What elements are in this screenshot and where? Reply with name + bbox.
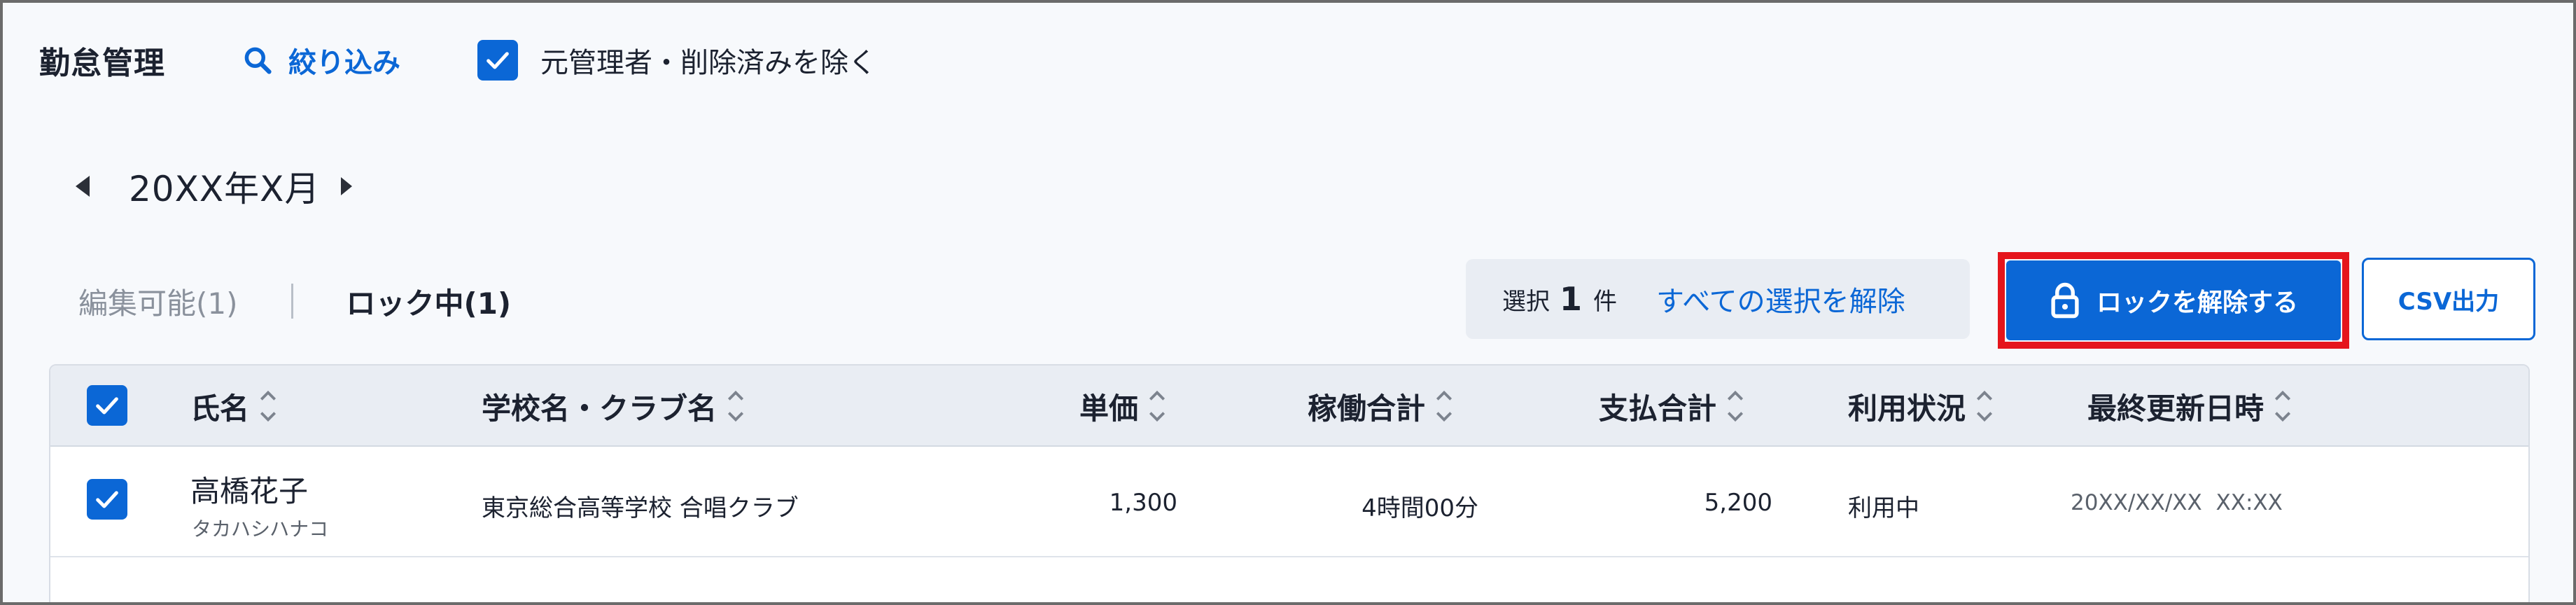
sort-icon[interactable]	[1974, 386, 1995, 426]
attendance-table: 氏名 学校名・クラブ名 単価 稼働合計 支払合計 利用状況 最終更新日時 高橋花…	[49, 364, 2530, 602]
column-header-school[interactable]: 学校名・クラブ名	[482, 366, 746, 447]
column-label: 最終更新日時	[2087, 391, 2264, 426]
sort-icon[interactable]	[725, 386, 746, 426]
month-label: 20XX年X月	[129, 169, 321, 209]
school-club-name: 東京総合高等学校 合唱クラブ	[482, 494, 799, 522]
next-month-icon[interactable]	[341, 177, 353, 195]
prev-month-icon[interactable]	[76, 176, 90, 197]
row-checkbox[interactable]	[87, 479, 127, 520]
column-label: 単価	[1079, 391, 1139, 426]
table-header: 氏名 学校名・クラブ名 単価 稼働合計 支払合計 利用状況 最終更新日時	[50, 366, 2528, 447]
column-header-updated-at[interactable]: 最終更新日時	[2087, 366, 2293, 447]
app-window: 勤怠管理 絞り込み 元管理者・削除済みを除く 20XX年X月 編集可能(1) ロ…	[0, 0, 2576, 605]
sort-icon[interactable]	[1725, 386, 1746, 426]
check-icon	[486, 52, 509, 69]
table-row[interactable]: 高橋花子 タカハシハナコ 東京総合高等学校 合唱クラブ 1,300 4時間00分…	[50, 447, 2528, 557]
column-label: 支払合計	[1599, 391, 1717, 426]
tab-divider	[290, 284, 293, 319]
member-name: 高橋花子	[190, 474, 309, 508]
column-label: 稼働合計	[1308, 391, 1426, 426]
csv-label: CSV出力	[2398, 287, 2500, 316]
selection-suffix: 件	[1593, 287, 1618, 316]
search-icon	[244, 47, 272, 74]
sort-icon[interactable]	[1147, 386, 1168, 426]
sort-icon[interactable]	[2272, 386, 2293, 426]
payment-total: 5,200	[1704, 489, 1772, 517]
select-all-checkbox[interactable]	[87, 385, 127, 426]
exclude-label: 元管理者・削除済みを除く	[540, 47, 876, 79]
column-header-payment-total[interactable]: 支払合計	[1599, 366, 1746, 447]
unlock-label: ロックを解除する	[2096, 288, 2298, 317]
column-header-work-total[interactable]: 稼働合計	[1308, 366, 1455, 447]
member-name-kana: タカハシハナコ	[192, 517, 329, 541]
selection-prefix: 選択	[1502, 287, 1550, 316]
column-header-status[interactable]: 利用状況	[1848, 366, 1995, 447]
exclude-former-admins-checkbox[interactable]: 元管理者・削除済みを除く	[477, 40, 876, 81]
check-icon	[96, 397, 118, 415]
last-updated: 20XX/XX/XX XX:XX	[2071, 490, 2283, 515]
selection-summary: 選択 1 件 すべての選択を解除	[1466, 259, 1970, 339]
work-total: 4時間00分	[1362, 494, 1478, 522]
column-label: 学校名・クラブ名	[482, 391, 718, 426]
sort-icon[interactable]	[1434, 386, 1455, 426]
page-header: 勤怠管理 絞り込み 元管理者・削除済みを除く	[39, 31, 876, 90]
unit-price: 1,300	[1109, 489, 1177, 517]
tab-locked[interactable]: ロック中(1)	[346, 280, 512, 323]
status-tabs: 編集可能(1) ロック中(1)	[78, 276, 511, 326]
column-label: 利用状況	[1848, 391, 1966, 426]
month-navigation: 20XX年X月	[76, 158, 353, 214]
filter-label: 絞り込み	[288, 47, 400, 79]
column-header-unit-price[interactable]: 単価	[1079, 366, 1168, 447]
filter-button[interactable]: 絞り込み	[242, 40, 400, 81]
check-icon	[96, 491, 118, 508]
column-header-name[interactable]: 氏名	[190, 366, 279, 447]
usage-status: 利用中	[1848, 494, 1919, 522]
clear-selection-link[interactable]: すべての選択を解除	[1656, 279, 1905, 319]
checkbox-checked[interactable]	[477, 40, 518, 81]
sort-icon[interactable]	[258, 386, 279, 426]
column-label: 氏名	[190, 391, 250, 426]
tab-editable[interactable]: 編集可能(1)	[78, 280, 238, 323]
csv-export-button[interactable]: CSV出力	[2362, 258, 2535, 340]
lock-icon	[2051, 282, 2079, 319]
selection-count: 1	[1560, 280, 1583, 318]
unlock-button[interactable]: ロックを解除する	[2006, 260, 2341, 340]
page-title: 勤怠管理	[39, 46, 165, 81]
